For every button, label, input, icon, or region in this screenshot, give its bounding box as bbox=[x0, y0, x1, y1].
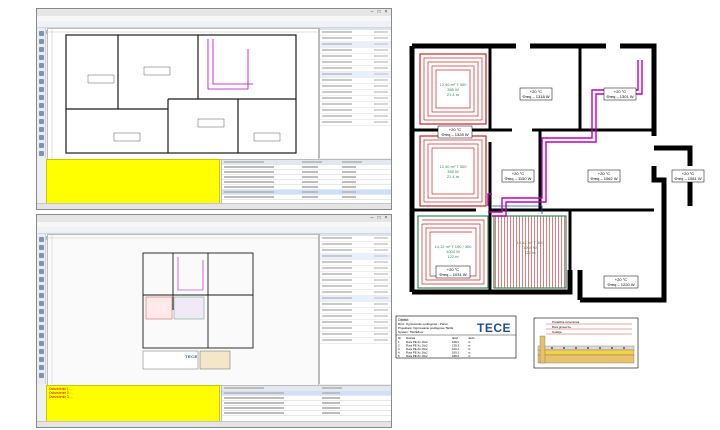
detail-label: Izolacja bbox=[552, 330, 562, 334]
tool-icon[interactable] bbox=[38, 253, 44, 258]
tool-icon[interactable] bbox=[38, 365, 44, 370]
tool-icon[interactable] bbox=[38, 333, 44, 338]
property-row[interactable] bbox=[320, 338, 391, 344]
tool-icon[interactable] bbox=[38, 79, 44, 84]
bottom-tece-logo: TECE bbox=[185, 354, 198, 359]
room-load: Φreq – 1150 W bbox=[505, 176, 532, 181]
close-icon[interactable]: × bbox=[383, 216, 389, 221]
tool-icon[interactable] bbox=[38, 317, 44, 322]
top-message-area bbox=[46, 159, 220, 205]
title-block: Obiekt: Rzut: Ogrzewanie podłogowe - Par… bbox=[395, 315, 517, 359]
room-load: Φreq – 1062 W bbox=[590, 176, 617, 181]
tool-icon[interactable] bbox=[38, 143, 44, 148]
tool-icon[interactable] bbox=[38, 31, 44, 36]
room-label-bottom-left[interactable]: +20 °C Φreq – 1031 W bbox=[435, 265, 471, 279]
tool-icon[interactable] bbox=[38, 135, 44, 140]
tool-icon[interactable] bbox=[38, 47, 44, 52]
bottom-message-area: Ostrzeżenie 1: ... Ostrzeżenie 2: ... Os… bbox=[46, 385, 220, 423]
zone-label: 21.4 m bbox=[447, 92, 460, 97]
room-load: Φreq – 1328 W bbox=[441, 132, 468, 137]
tool-icon[interactable] bbox=[38, 119, 44, 124]
floor-plan-sheet: +20 °C Φreq – 1318 W +20 °C Φreq – 1301 … bbox=[392, 30, 718, 402]
tool-icon[interactable] bbox=[38, 39, 44, 44]
tece-logo: TECE bbox=[477, 321, 511, 335]
top-window: – □ × bbox=[36, 8, 392, 210]
close-icon[interactable]: × bbox=[383, 10, 389, 15]
zone-label: 21.4 m bbox=[447, 174, 460, 179]
tool-icon[interactable] bbox=[38, 63, 44, 68]
maximize-icon[interactable]: □ bbox=[376, 216, 382, 221]
tool-icon[interactable] bbox=[38, 357, 44, 362]
minimize-icon[interactable]: – bbox=[369, 10, 375, 15]
room-label-center[interactable]: +20 °C Φreq – 1150 W bbox=[501, 169, 535, 183]
bottom-window: – □ × TECE Ostrzeżenie 1: ... Ostrzeżeni… bbox=[36, 214, 392, 428]
detail-label: Posadzka cementowa bbox=[552, 320, 580, 324]
table-cell: Rura PE-Xc 16x2 bbox=[406, 354, 428, 358]
tool-icon[interactable] bbox=[38, 349, 44, 354]
floor-detail: Posadzka cementowa Rura grzewcza Izolacj… bbox=[533, 317, 639, 369]
tool-icon[interactable] bbox=[38, 71, 44, 76]
tool-icon[interactable] bbox=[38, 261, 44, 266]
detail-label: Rura grzewcza bbox=[552, 325, 571, 329]
tool-icon[interactable] bbox=[38, 293, 44, 298]
bottom-floorplan-thumbnail: TECE bbox=[48, 235, 318, 385]
tool-icon[interactable] bbox=[38, 325, 44, 330]
room-load: Φreq – 1301 W bbox=[606, 94, 633, 99]
tool-icon[interactable] bbox=[38, 277, 44, 282]
room-label-top-right[interactable]: +20 °C Φreq – 1301 W bbox=[603, 87, 637, 101]
zone-label: 122 m bbox=[447, 254, 459, 259]
minimize-icon[interactable]: – bbox=[369, 216, 375, 221]
room-label-far-right[interactable]: +20 °C Φreq – 1081 W bbox=[671, 169, 705, 183]
room-label-bottom-right[interactable]: +20 °C Φreq – 1220 W bbox=[603, 275, 639, 289]
top-properties-panel bbox=[319, 28, 391, 158]
tool-icon[interactable] bbox=[38, 151, 44, 156]
tool-icon[interactable] bbox=[38, 103, 44, 108]
tool-icon[interactable] bbox=[38, 87, 44, 92]
room-label-left-mid[interactable]: +20 °C Φreq – 1328 W bbox=[437, 125, 473, 139]
bottom-drawing-canvas[interactable]: TECE bbox=[47, 234, 319, 386]
bottom-properties-panel bbox=[319, 234, 391, 384]
table-cell: 188,5 bbox=[452, 354, 459, 358]
top-results-table[interactable] bbox=[221, 159, 391, 205]
tool-icon[interactable] bbox=[38, 95, 44, 100]
table-row[interactable] bbox=[222, 411, 391, 416]
top-drawing-canvas[interactable] bbox=[47, 28, 319, 160]
tool-icon[interactable] bbox=[38, 301, 44, 306]
tool-icon[interactable] bbox=[38, 285, 44, 290]
warning-message: Ostrzeżenie 3: ... bbox=[49, 395, 74, 399]
room-load: Φreq – 1318 W bbox=[522, 94, 549, 99]
property-row[interactable] bbox=[320, 120, 391, 126]
top-floorplan-thumbnail bbox=[48, 29, 318, 159]
top-toolbar bbox=[37, 21, 391, 34]
tool-icon[interactable] bbox=[38, 237, 44, 242]
maximize-icon[interactable]: □ bbox=[376, 10, 382, 15]
room-label-top-mid[interactable]: +20 °C Φreq – 1318 W bbox=[519, 87, 553, 101]
top-statusbar bbox=[37, 203, 391, 209]
tool-icon[interactable] bbox=[38, 341, 44, 346]
top-left-toolbox bbox=[37, 28, 46, 158]
table-row[interactable] bbox=[222, 195, 391, 200]
tool-icon[interactable] bbox=[38, 269, 44, 274]
zone-label: 122 m bbox=[524, 250, 536, 255]
title-block-line: System: TECEfloor bbox=[398, 330, 423, 334]
bottom-statusbar bbox=[37, 421, 391, 427]
room-label-right-mid[interactable]: +20 °C Φreq – 1062 W bbox=[587, 169, 621, 183]
tool-icon[interactable] bbox=[38, 309, 44, 314]
tool-icon[interactable] bbox=[38, 245, 44, 250]
bottom-results-table[interactable] bbox=[221, 385, 391, 423]
tool-icon[interactable] bbox=[38, 111, 44, 116]
tool-icon[interactable] bbox=[38, 127, 44, 132]
tool-icon[interactable] bbox=[38, 373, 44, 378]
bottom-left-toolbox bbox=[37, 234, 46, 384]
room-load: Φreq – 1220 W bbox=[607, 282, 634, 287]
room-load: Φreq – 1031 W bbox=[439, 272, 466, 277]
room-load: Φreq – 1081 W bbox=[674, 176, 701, 181]
tool-icon[interactable] bbox=[38, 55, 44, 60]
floor-plan-drawing: +20 °C Φreq – 1318 W +20 °C Φreq – 1301 … bbox=[395, 43, 705, 369]
bottom-toolbar bbox=[37, 227, 391, 240]
